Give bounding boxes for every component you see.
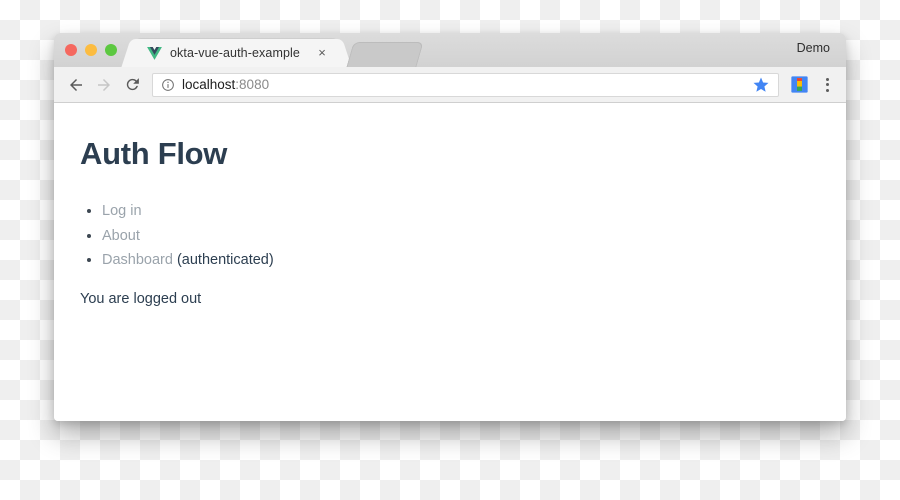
reload-button[interactable] — [118, 71, 146, 99]
nav-link-about[interactable]: About — [102, 228, 140, 244]
menu-dot — [825, 83, 829, 86]
url-port: :8080 — [235, 77, 270, 92]
three-dot-menu-icon[interactable] — [818, 76, 836, 94]
forward-arrow-icon — [98, 78, 110, 91]
menu-dot — [825, 88, 829, 92]
menu-dot — [825, 77, 829, 81]
close-tab-button[interactable]: × — [314, 45, 330, 61]
browser-tab-active[interactable]: okta-vue-auth-example × — [133, 39, 340, 67]
browser-toolbar: localhost:8080 — [54, 67, 846, 103]
browser-tab-title: okta-vue-auth-example — [170, 46, 300, 60]
list-item: Dashboard (authenticated) — [80, 251, 820, 269]
auth-status-text: You are logged out — [80, 291, 202, 307]
list-item: Log in — [80, 202, 820, 220]
page-title: Auth Flow — [80, 136, 228, 171]
page-viewport: Auth Flow Log in About Dashboard (authen… — [54, 103, 846, 421]
url-host: localhost — [182, 77, 236, 92]
nav-note: (authenticated) — [172, 252, 274, 268]
nav-list: Log in About Dashboard (authenticated) — [80, 202, 820, 269]
url-text: localhost:8080 — [182, 77, 269, 92]
close-window-button[interactable] — [65, 44, 77, 56]
nav-link-login[interactable]: Log in — [102, 203, 142, 219]
forward-button[interactable] — [90, 71, 118, 99]
info-circle-icon[interactable] — [161, 78, 175, 92]
star-icon[interactable] — [752, 76, 770, 94]
vue-logo-icon — [147, 46, 162, 60]
extension-icon[interactable] — [791, 76, 808, 93]
browser-tab-inactive[interactable] — [346, 42, 424, 67]
back-arrow-icon — [70, 78, 82, 91]
nav-link-dashboard[interactable]: Dashboard — [102, 252, 173, 268]
minimize-window-button[interactable] — [85, 44, 97, 56]
window-controls — [65, 44, 117, 56]
browser-window: okta-vue-auth-example × Demo localhost:8… — [54, 33, 846, 421]
tab-strip: okta-vue-auth-example × Demo — [54, 33, 846, 67]
reload-icon — [126, 78, 139, 91]
demo-label: Demo — [796, 41, 830, 55]
back-button[interactable] — [62, 71, 90, 99]
maximize-window-button[interactable] — [105, 44, 117, 56]
list-item: About — [80, 227, 820, 245]
address-bar[interactable]: localhost:8080 — [152, 72, 779, 97]
